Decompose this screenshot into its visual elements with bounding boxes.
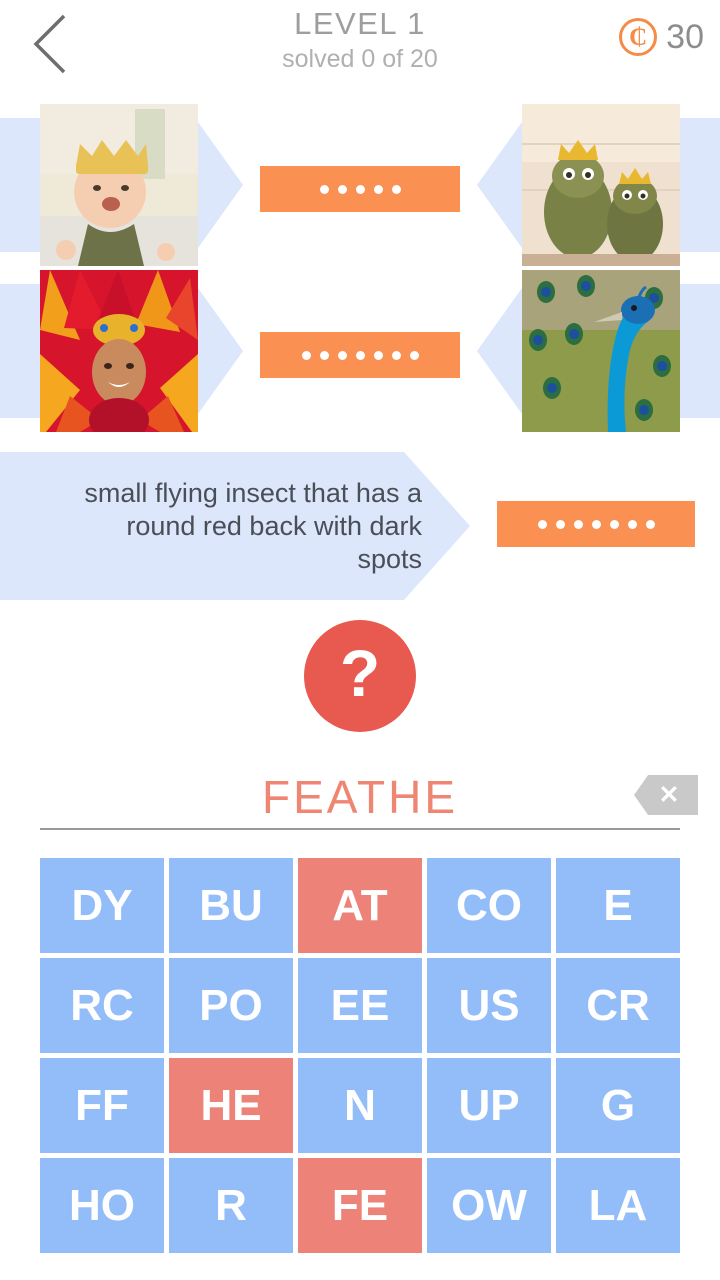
letter-tile[interactable]: LA [556,1158,680,1253]
answer-dot [555,519,565,529]
puzzle-1-right-image[interactable] [522,104,680,266]
letter-tile-grid: DY BU AT CO E RC PO EE US CR FF HE N UP … [40,858,680,1253]
letter-tile[interactable]: RC [40,958,164,1053]
answer-dot [355,184,365,194]
answer-dot [355,350,365,360]
puzzle-2-left-image[interactable] [40,270,198,432]
puzzle-3-answer-box[interactable] [497,501,695,547]
letter-tile[interactable]: HE [169,1058,293,1153]
letter-tile[interactable]: E [556,858,680,953]
coin-glyph: ₵ [629,23,648,51]
answer-dot [373,184,383,194]
header-bar: LEVEL 1 solved 0 of 20 ₵ 30 [0,0,720,92]
letter-tile[interactable]: G [556,1058,680,1153]
letter-tile[interactable]: AT [298,858,422,953]
current-word-display[interactable]: FEATHE [0,770,720,824]
answer-dot [373,350,383,360]
answer-dot [537,519,547,529]
puzzle-1-left-arrow-icon [198,122,243,248]
answer-dot [645,519,655,529]
puzzle-1-right-arrow-icon [477,122,522,248]
letter-tile[interactable]: UP [427,1058,551,1153]
close-icon: ✕ [658,780,680,809]
puzzle-row-3: small flying insect that has a round red… [0,452,720,600]
answer-dot [409,350,419,360]
letter-tile[interactable]: FF [40,1058,164,1153]
coin-count: 30 [666,17,704,56]
letter-tile[interactable]: EE [298,958,422,1053]
puzzle-row-1 [0,104,720,266]
game-screen: LEVEL 1 solved 0 of 20 ₵ 30 small flying… [0,0,720,1280]
answer-dot [391,350,401,360]
puzzle-1-left-image[interactable] [40,104,198,266]
puzzle-row-2 [0,270,720,432]
letter-tile[interactable]: PO [169,958,293,1053]
answer-dot [337,350,347,360]
hint-button[interactable]: ? [304,620,416,732]
letter-tile[interactable]: N [298,1058,422,1153]
coin-icon: ₵ [619,18,658,56]
puzzle-3-clue-text: small flying insect that has a round red… [84,477,422,574]
answer-dot [609,519,619,529]
letter-tile[interactable]: BU [169,858,293,953]
puzzle-2-right-image[interactable] [522,270,680,432]
puzzle-2-answer-box[interactable] [260,332,460,378]
back-button[interactable] [18,8,82,80]
answer-dot [573,519,583,529]
answer-dot [337,184,347,194]
puzzle-2-right-arrow-icon [477,288,522,414]
answer-dot [391,184,401,194]
answer-dot [319,184,329,194]
letter-tile[interactable]: HO [40,1158,164,1253]
letter-tile[interactable]: R [169,1158,293,1253]
answer-dot [319,350,329,360]
answer-dot [627,519,637,529]
level-progress-text: solved 0 of 20 [282,45,438,73]
puzzle-1-answer-box[interactable] [260,166,460,212]
coin-counter[interactable]: ₵ 30 [619,12,704,62]
letter-tile[interactable]: US [427,958,551,1053]
chevron-left-icon [30,13,70,75]
word-underline [40,828,680,830]
level-header: LEVEL 1 solved 0 of 20 [180,6,540,74]
puzzle-3-clue-bubble: small flying insect that has a round red… [0,452,470,600]
letter-tile[interactable]: DY [40,858,164,953]
question-mark-icon: ? [339,636,381,710]
puzzle-2-left-arrow-icon [198,288,243,414]
letter-tile[interactable]: CO [427,858,551,953]
page-title: LEVEL 1 [294,6,426,41]
word-input-area: FEATHE ✕ [0,770,720,840]
letter-tile[interactable]: CR [556,958,680,1053]
answer-dot [301,350,311,360]
letter-tile[interactable]: FE [298,1158,422,1253]
answer-dot [591,519,601,529]
letter-tile[interactable]: OW [427,1158,551,1253]
